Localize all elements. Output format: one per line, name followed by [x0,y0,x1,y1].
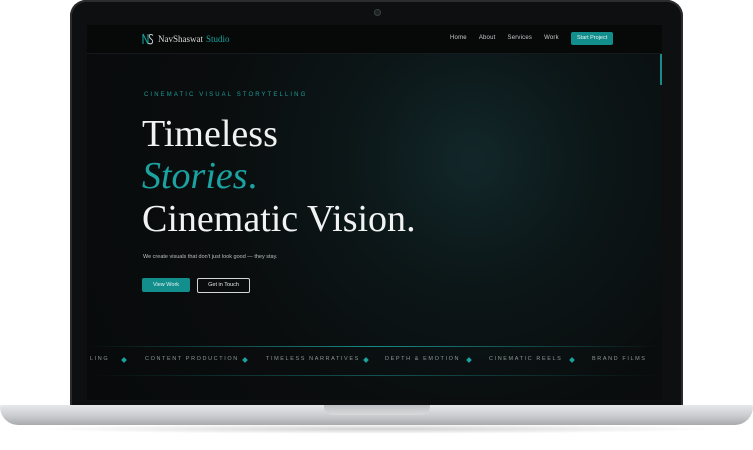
laptop-opening-notch [324,405,430,415]
nav-link-services[interactable]: Services [508,35,533,41]
nav-links: Home About Services Work [450,35,571,41]
marquee-item: CINEMATIC REELS [489,356,563,362]
ns-monogram-icon [142,33,154,45]
marquee-item: TIMELESS NARRATIVES [266,356,360,362]
nav-link-about[interactable]: About [479,35,496,41]
start-project-button[interactable]: Start Project [571,32,614,45]
nav-link-home[interactable]: Home [450,35,467,41]
diamond-icon [569,357,575,363]
laptop-shadow [30,424,723,434]
logo[interactable]: NavShaswat Studio [142,33,230,45]
view-work-button[interactable]: View Work [142,278,190,292]
marquee-item: BRAND FILMS [592,356,647,362]
logo-name: NavShaswat [158,34,203,44]
diamond-icon [466,357,472,363]
diamond-icon [363,357,369,363]
services-marquee: LING CONTENT PRODUCTION TIMELESS NARRATI… [87,356,662,366]
marquee-item: LING [90,356,110,362]
marquee-bottom-divider [87,375,662,376]
diamond-icon [121,357,127,363]
marquee-item: CONTENT PRODUCTION [145,356,239,362]
website-screen: NavShaswat Studio Home About Services Wo… [87,25,662,400]
marquee-top-divider [87,346,662,347]
diamond-icon [242,357,248,363]
hero-heading-line-3: Cinematic Vision. [142,198,416,240]
get-in-touch-button[interactable]: Get in Touch [197,278,250,293]
hero-heading-line-1: Timeless [142,113,278,155]
webcam-icon [374,9,381,16]
top-navigation: NavShaswat Studio Home About Services Wo… [87,25,662,54]
logo-accent: Studio [206,34,230,44]
hero-eyebrow: CINEMATIC VISUAL STORYTELLING [144,92,308,98]
nav-link-work[interactable]: Work [544,35,559,41]
marquee-item: DEPTH & EMOTION [385,356,461,362]
hero-heading-line-2: Stories. [142,155,258,197]
hero-tagline: We create visuals that don't just look g… [143,254,278,260]
